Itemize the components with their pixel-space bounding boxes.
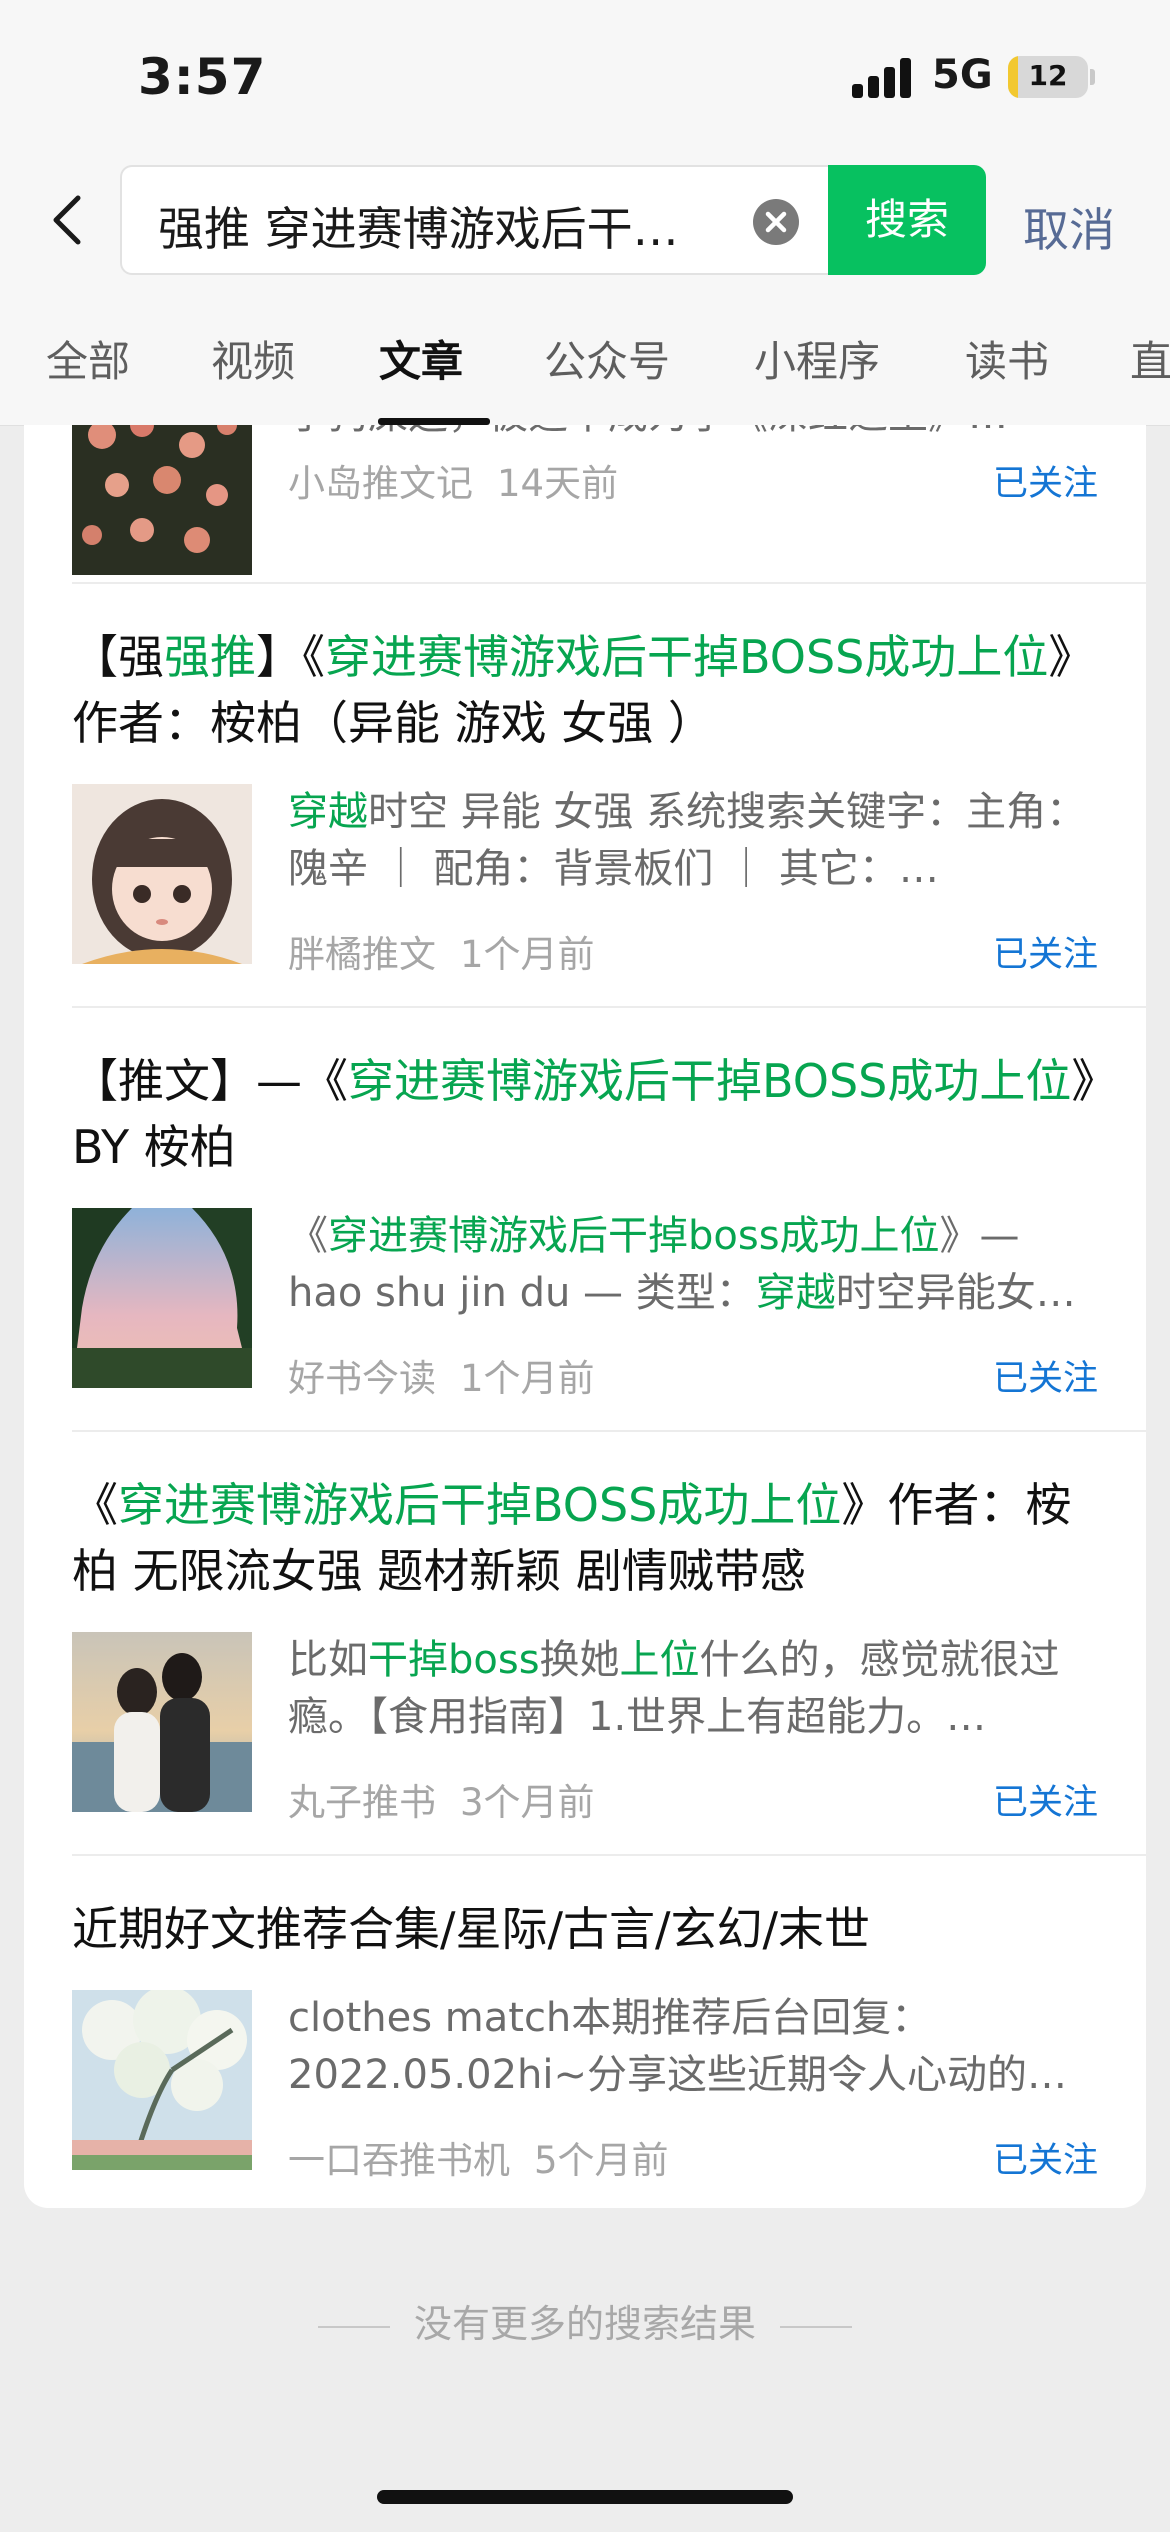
anime-girl-avatar-icon	[72, 784, 252, 964]
battery-tip	[1090, 69, 1095, 85]
tab-live[interactable]: 直	[1130, 328, 1170, 389]
battery-level: 12	[1028, 59, 1068, 92]
title-highlight: 强推	[164, 630, 256, 684]
divider-line	[317, 2325, 390, 2328]
clear-search-button[interactable]	[753, 199, 799, 245]
result-title: 【强强推】《穿进赛博游戏后干掉BOSS成功上位》作者：桉柏（异能 游戏 女强 ）	[72, 624, 1098, 756]
divider	[72, 1430, 1146, 1432]
title-text: 《	[72, 1478, 118, 1532]
follow-status: 已关注	[992, 1783, 1098, 1823]
title-text: 】《	[256, 630, 325, 684]
result-title: 【推文】—《穿进赛博游戏后干掉BOSS成功上位》BY 桉柏	[72, 1048, 1098, 1180]
result-item[interactable]: 《穿进赛博游戏后干掉BOSS成功上位》作者：桉柏 无限流女强 题材新颖 剧情贼带…	[72, 1472, 1098, 1852]
clock: 3:57	[138, 48, 267, 106]
result-snippet: 了狗屎运，被选中成为了《深红之王》…	[288, 425, 1088, 444]
result-title: 《穿进赛博游戏后干掉BOSS成功上位》作者：桉柏 无限流女强 题材新颖 剧情贼带…	[72, 1472, 1098, 1604]
result-item[interactable]: 【强强推】《穿进赛博游戏后干掉BOSS成功上位》作者：桉柏（异能 游戏 女强 ）…	[72, 624, 1098, 1004]
snippet-text: 《	[288, 1213, 328, 1259]
result-time: 14天前	[497, 462, 619, 505]
search-results-list: 了狗屎运，被选中成为了《深红之王》… 小岛推文记14天前 已关注 【强强推】《穿…	[24, 425, 1146, 2208]
tab-all[interactable]: 全部	[46, 328, 130, 389]
snippet-highlight: 穿进赛博游戏后干掉boss成功上位	[328, 1213, 940, 1259]
flowers-photo-icon	[72, 425, 252, 575]
title-highlight: 穿进赛博游戏后干掉BOSS成功上位	[348, 1054, 1072, 1108]
active-tab-indicator	[378, 418, 490, 425]
result-snippet: clothes match本期推荐后台回复：2022.05.02hi~分享这些近…	[288, 1990, 1088, 2104]
title-text: 【推文】—《	[72, 1054, 348, 1108]
tab-articles[interactable]: 文章	[379, 328, 463, 389]
search-button[interactable]: 搜索	[828, 165, 986, 275]
follow-status: 已关注	[992, 2141, 1098, 2181]
result-author[interactable]: 小岛推文记	[288, 462, 473, 505]
result-snippet: 比如干掉boss换她上位什么的，感觉就很过瘾。【食用指南】1.世界上有超能力。…	[288, 1632, 1088, 1746]
cellular-signal-icon	[852, 58, 914, 98]
result-title: 近期好文推荐合集/星际/古言/玄幻/末世	[72, 1896, 1098, 1962]
chevron-left-icon	[53, 195, 81, 245]
divider-line	[780, 2325, 852, 2328]
title-text: 近期好文推荐合集/星际/古言/玄幻/末世	[72, 1902, 870, 1956]
tab-official-accounts[interactable]: 公众号	[544, 328, 670, 389]
snippet-text: 换她	[539, 1637, 620, 1683]
snippet-highlight: 穿越	[288, 789, 368, 835]
snippet-text: 比如	[288, 1637, 368, 1683]
result-item[interactable]: 近期好文推荐合集/星际/古言/玄幻/末世 clothes match本期推荐后台…	[72, 1896, 1098, 2196]
sunset-sky-photo-icon	[72, 1208, 252, 1388]
divider	[72, 1006, 1146, 1008]
home-indicator[interactable]	[377, 2490, 793, 2504]
follow-status: 已关注	[992, 935, 1098, 975]
result-time: 5个月前	[534, 2139, 669, 2182]
title-highlight: 穿进赛博游戏后干掉BOSS成功上位	[325, 630, 1049, 684]
battery-icon: 12	[1008, 56, 1088, 98]
snippet-highlight: 干掉boss	[368, 1637, 540, 1683]
result-time: 1个月前	[460, 1357, 595, 1400]
snippet-text: 了狗屎运，被选中成为了《深红之王》…	[288, 425, 1008, 438]
no-more-results-text: 没有更多的搜索结果	[413, 2302, 756, 2346]
title-highlight: 穿进赛博游戏后干掉BOSS成功上位	[118, 1478, 842, 1532]
result-author[interactable]: 一口吞推书机	[288, 2139, 510, 2182]
blossom-painting-icon	[72, 1990, 252, 2170]
result-item[interactable]: 【推文】—《穿进赛博游戏后干掉BOSS成功上位》BY 桉柏 《穿进赛博游戏后干掉…	[72, 1048, 1098, 1428]
snippet-text: 时空 异能 女强 系统搜索关键字：主角：隗辛 ｜ 配角：背景板们 ｜ 其它：…	[288, 789, 1087, 892]
snippet-highlight: 穿越	[755, 1270, 836, 1316]
result-time: 3个月前	[460, 1781, 595, 1824]
snippet-highlight: 上位	[619, 1637, 700, 1683]
snippet-text: clothes match本期推荐后台回复：2022.05.02hi~分享这些近…	[288, 1995, 1068, 2098]
category-tabs: 全部 视频 文章 公众号 小程序 读书 直	[0, 290, 1170, 426]
status-bar: 3:57 5G 12	[0, 0, 1170, 150]
result-author[interactable]: 胖橘推文	[288, 933, 436, 976]
result-meta: 一口吞推书机 5个月前	[288, 2130, 669, 2184]
follow-status: 已关注	[992, 1359, 1098, 1399]
result-author[interactable]: 丸子推书	[288, 1781, 436, 1824]
couple-photo-icon	[72, 1632, 252, 1812]
result-item[interactable]: 了狗屎运，被选中成为了《深红之王》… 小岛推文记 14天前 已关注	[72, 425, 1098, 575]
tab-mini-programs[interactable]: 小程序	[754, 328, 880, 389]
snippet-text: 时空异能女…	[835, 1270, 1076, 1316]
tab-books[interactable]: 读书	[965, 328, 1049, 389]
no-more-results: 没有更多的搜索结果	[0, 2293, 1170, 2348]
result-time: 1个月前	[460, 933, 595, 976]
search-query-text[interactable]: 强推 穿进赛博游戏后干…	[158, 193, 718, 259]
cancel-button[interactable]: 取消	[1023, 194, 1115, 260]
back-button[interactable]	[40, 190, 100, 250]
divider	[72, 582, 1146, 584]
result-snippet: 《穿进赛博游戏后干掉boss成功上位》— hao shu jin du — 类型…	[288, 1208, 1088, 1322]
clear-icon	[765, 211, 787, 233]
result-snippet: 穿越时空 异能 女强 系统搜索关键字：主角：隗辛 ｜ 配角：背景板们 ｜ 其它：…	[288, 784, 1088, 898]
search-input[interactable]: 强推 穿进赛博游戏后干…	[120, 165, 830, 275]
title-text: 【强	[72, 630, 164, 684]
result-meta: 小岛推文记 14天前	[288, 453, 618, 507]
network-type: 5G	[932, 52, 993, 98]
result-meta: 丸子推书 3个月前	[288, 1772, 595, 1826]
result-meta: 好书今读 1个月前	[288, 1348, 595, 1402]
result-author[interactable]: 好书今读	[288, 1357, 436, 1400]
divider	[72, 1854, 1146, 1856]
search-header: 强推 穿进赛博游戏后干… 搜索 取消	[0, 150, 1170, 290]
follow-status: 已关注	[992, 464, 1098, 504]
result-meta: 胖橘推文 1个月前	[288, 924, 595, 978]
tab-video[interactable]: 视频	[211, 328, 295, 389]
